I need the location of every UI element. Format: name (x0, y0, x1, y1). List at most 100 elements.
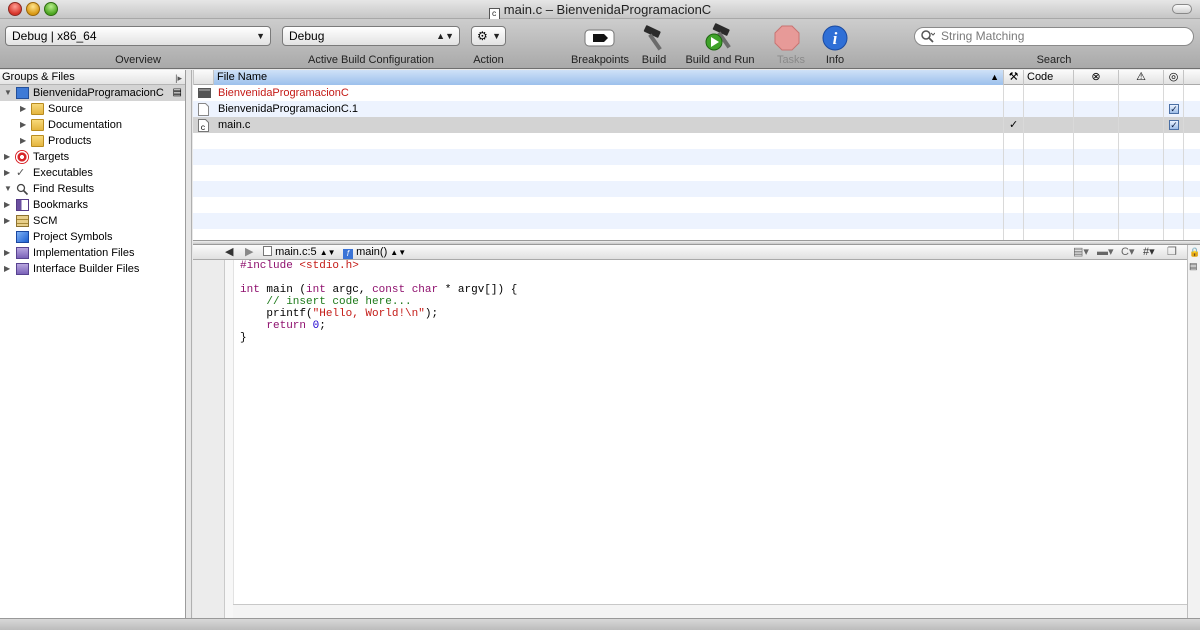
column-header-code[interactable]: Code (1023, 70, 1073, 85)
sidebar-item-executables[interactable]: ▶ ✓ Executables (0, 165, 185, 181)
file-name: BienvenidaProgramacionC (218, 87, 349, 99)
disclosure-closed-icon[interactable]: ▶ (20, 117, 26, 133)
sidebar-item-project-symbols[interactable]: Project Symbols (0, 229, 185, 245)
file-list: File Name ▲ ⚒ Code ⊗ ⚠ ◎ BienvenidaProgr… (193, 70, 1200, 240)
breakpoints-button[interactable] (580, 23, 620, 53)
info-icon: i (822, 25, 848, 51)
class-hierarchy-icon[interactable]: C▾ (1121, 245, 1134, 259)
sidebar-item-interface-builder-files[interactable]: ▶ Interface Builder Files (0, 261, 185, 277)
sidebar-item-bookmarks[interactable]: ▶ Bookmarks (0, 197, 185, 213)
sidebar-item-label: Find Results (33, 183, 95, 195)
bookmarks-icon (16, 199, 29, 211)
column-header-errors[interactable]: ⊗ (1073, 70, 1118, 85)
file-history-popup[interactable]: main.c:5 ▲▼ (263, 245, 336, 260)
file-row[interactable]: BienvenidaProgramacionC (193, 85, 1200, 101)
sidebar-item-label: Project Symbols (33, 231, 113, 243)
toolbar-toggle-button[interactable] (1172, 4, 1192, 14)
column-header-file-name[interactable]: File Name ▲ (213, 70, 1003, 85)
sidebar-item-find-results[interactable]: ▼ Find Results (0, 181, 185, 197)
info-button[interactable]: i (815, 23, 855, 53)
column-divider (1073, 85, 1074, 240)
editor-gutter[interactable] (193, 260, 225, 618)
sidebar-item-source[interactable]: ▶ Source (0, 101, 185, 117)
column-header-target[interactable]: ◎ (1163, 70, 1183, 85)
breakpoints-menu-icon[interactable]: ▬▾ (1097, 245, 1114, 259)
file-name: BienvenidaProgramacionC.1 (218, 103, 359, 115)
forward-arrow-icon[interactable]: ▶ (245, 245, 253, 259)
code-line: // insert code here... (240, 296, 412, 308)
sidebar-item-project[interactable]: ▼ BienvenidaProgramacionC ▤ (0, 85, 185, 101)
build-button[interactable] (634, 23, 674, 53)
disclosure-closed-icon[interactable]: ▶ (20, 101, 26, 117)
column-header-warnings[interactable]: ⚠ (1118, 70, 1163, 85)
code-line: int main (int argc, const char * argv[])… (240, 284, 518, 296)
disclosure-open-icon[interactable]: ▼ (4, 181, 12, 197)
source-code[interactable]: #include <stdio.h> int main (int argc, c… (240, 260, 517, 344)
breakpoints-label: Breakpoints (570, 54, 630, 66)
target-checkbox[interactable]: ✓ (1169, 120, 1179, 130)
counterpart-icon[interactable]: ❐ (1167, 245, 1177, 259)
build-label: Build (641, 54, 667, 66)
sidebar-item-label: Implementation Files (33, 247, 135, 259)
active-build-configuration-popup[interactable]: Debug ▲▼ (282, 26, 460, 46)
sidebar-item-products[interactable]: ▶ Products (0, 133, 185, 149)
split-view-icon[interactable]: |▸ (175, 71, 182, 85)
sidebar-item-documentation[interactable]: ▶ Documentation (0, 117, 185, 133)
disclosure-closed-icon[interactable]: ▶ (4, 149, 10, 165)
column-header-icon[interactable] (193, 70, 213, 85)
column-header-build[interactable]: ⚒ (1003, 70, 1023, 85)
file-row[interactable]: c main.c ✓ ✓ (193, 117, 1200, 133)
empty-row (193, 197, 1200, 213)
disclosure-closed-icon[interactable]: ▶ (4, 197, 10, 213)
search-field[interactable]: String Matching (914, 27, 1194, 46)
disclosure-open-icon[interactable]: ▼ (4, 85, 12, 101)
nav-file-label: main.c:5 (275, 246, 317, 258)
sidebar-item-label: SCM (33, 215, 58, 227)
horizontal-scrollbar[interactable] (233, 604, 1187, 618)
tasks-button[interactable] (767, 23, 807, 53)
editor-navigation-bar: ◀ ▶ main.c:5 ▲▼ f main() ▲▼ ▤▾ ▬▾ C▾ #▾ … (193, 245, 1200, 260)
file-row[interactable]: BienvenidaProgramacionC.1 ✓ (193, 101, 1200, 117)
code-line: return 0; (266, 320, 326, 332)
project-icon (16, 87, 29, 99)
sidebar-item-scm[interactable]: ▶ SCM (0, 213, 185, 229)
column-title: Code (1027, 71, 1054, 83)
disclosure-closed-icon[interactable]: ▶ (4, 261, 10, 277)
executables-icon: ✓ (16, 167, 26, 179)
back-arrow-icon[interactable]: ◀ (225, 245, 233, 259)
column-title: File Name (217, 71, 268, 83)
lock-icon[interactable]: 🔒 (1189, 247, 1200, 258)
empty-row (193, 213, 1200, 229)
search-icon (921, 29, 936, 48)
disclosure-closed-icon[interactable]: ▶ (4, 165, 10, 181)
code-editor[interactable]: #include <stdio.h> int main (int argc, c… (193, 260, 1187, 618)
overview-value: Debug | x86_64 (12, 29, 97, 43)
includes-menu-icon[interactable]: #▾ (1143, 245, 1155, 259)
sidebar-resize-handle[interactable] (186, 70, 192, 618)
build-run-label: Build and Run (685, 54, 755, 66)
code-folding-ribbon[interactable] (225, 260, 234, 618)
disclosure-closed-icon[interactable]: ▶ (4, 245, 10, 261)
overview-popup[interactable]: Debug | x86_64 ▼ (5, 26, 271, 46)
sidebar-item-label: Executables (33, 167, 93, 179)
build-and-run-button[interactable] (700, 23, 740, 53)
disclosure-closed-icon[interactable]: ▶ (4, 213, 10, 229)
empty-row (193, 133, 1200, 149)
column-divider (1183, 85, 1184, 240)
editor-vertical-scrollbar[interactable]: 🔒 ▤ (1187, 245, 1200, 618)
window-title-text: main.c – BienvenidaProgramacionC (503, 2, 712, 17)
action-button[interactable]: ⚙ ▼ (471, 26, 506, 46)
sidebar-item-targets[interactable]: ▶ Targets (0, 149, 185, 165)
file-list-header: File Name ▲ ⚒ Code ⊗ ⚠ ◎ (193, 70, 1200, 85)
target-checkbox[interactable]: ✓ (1169, 104, 1179, 114)
smart-group-icon (16, 247, 29, 259)
bookmark-menu-icon[interactable]: ▤▾ (1073, 245, 1089, 259)
sidebar-header: Groups & Files |▸ (0, 70, 185, 85)
sidebar-item-label: Bookmarks (33, 199, 89, 211)
sidebar-item-implementation-files[interactable]: ▶ Implementation Files (0, 245, 185, 261)
function-popup[interactable]: f main() ▲▼ (343, 245, 406, 260)
list-icon[interactable]: ▤ (1189, 261, 1198, 272)
stop-sign-icon (774, 25, 800, 51)
disclosure-closed-icon[interactable]: ▶ (20, 133, 26, 149)
